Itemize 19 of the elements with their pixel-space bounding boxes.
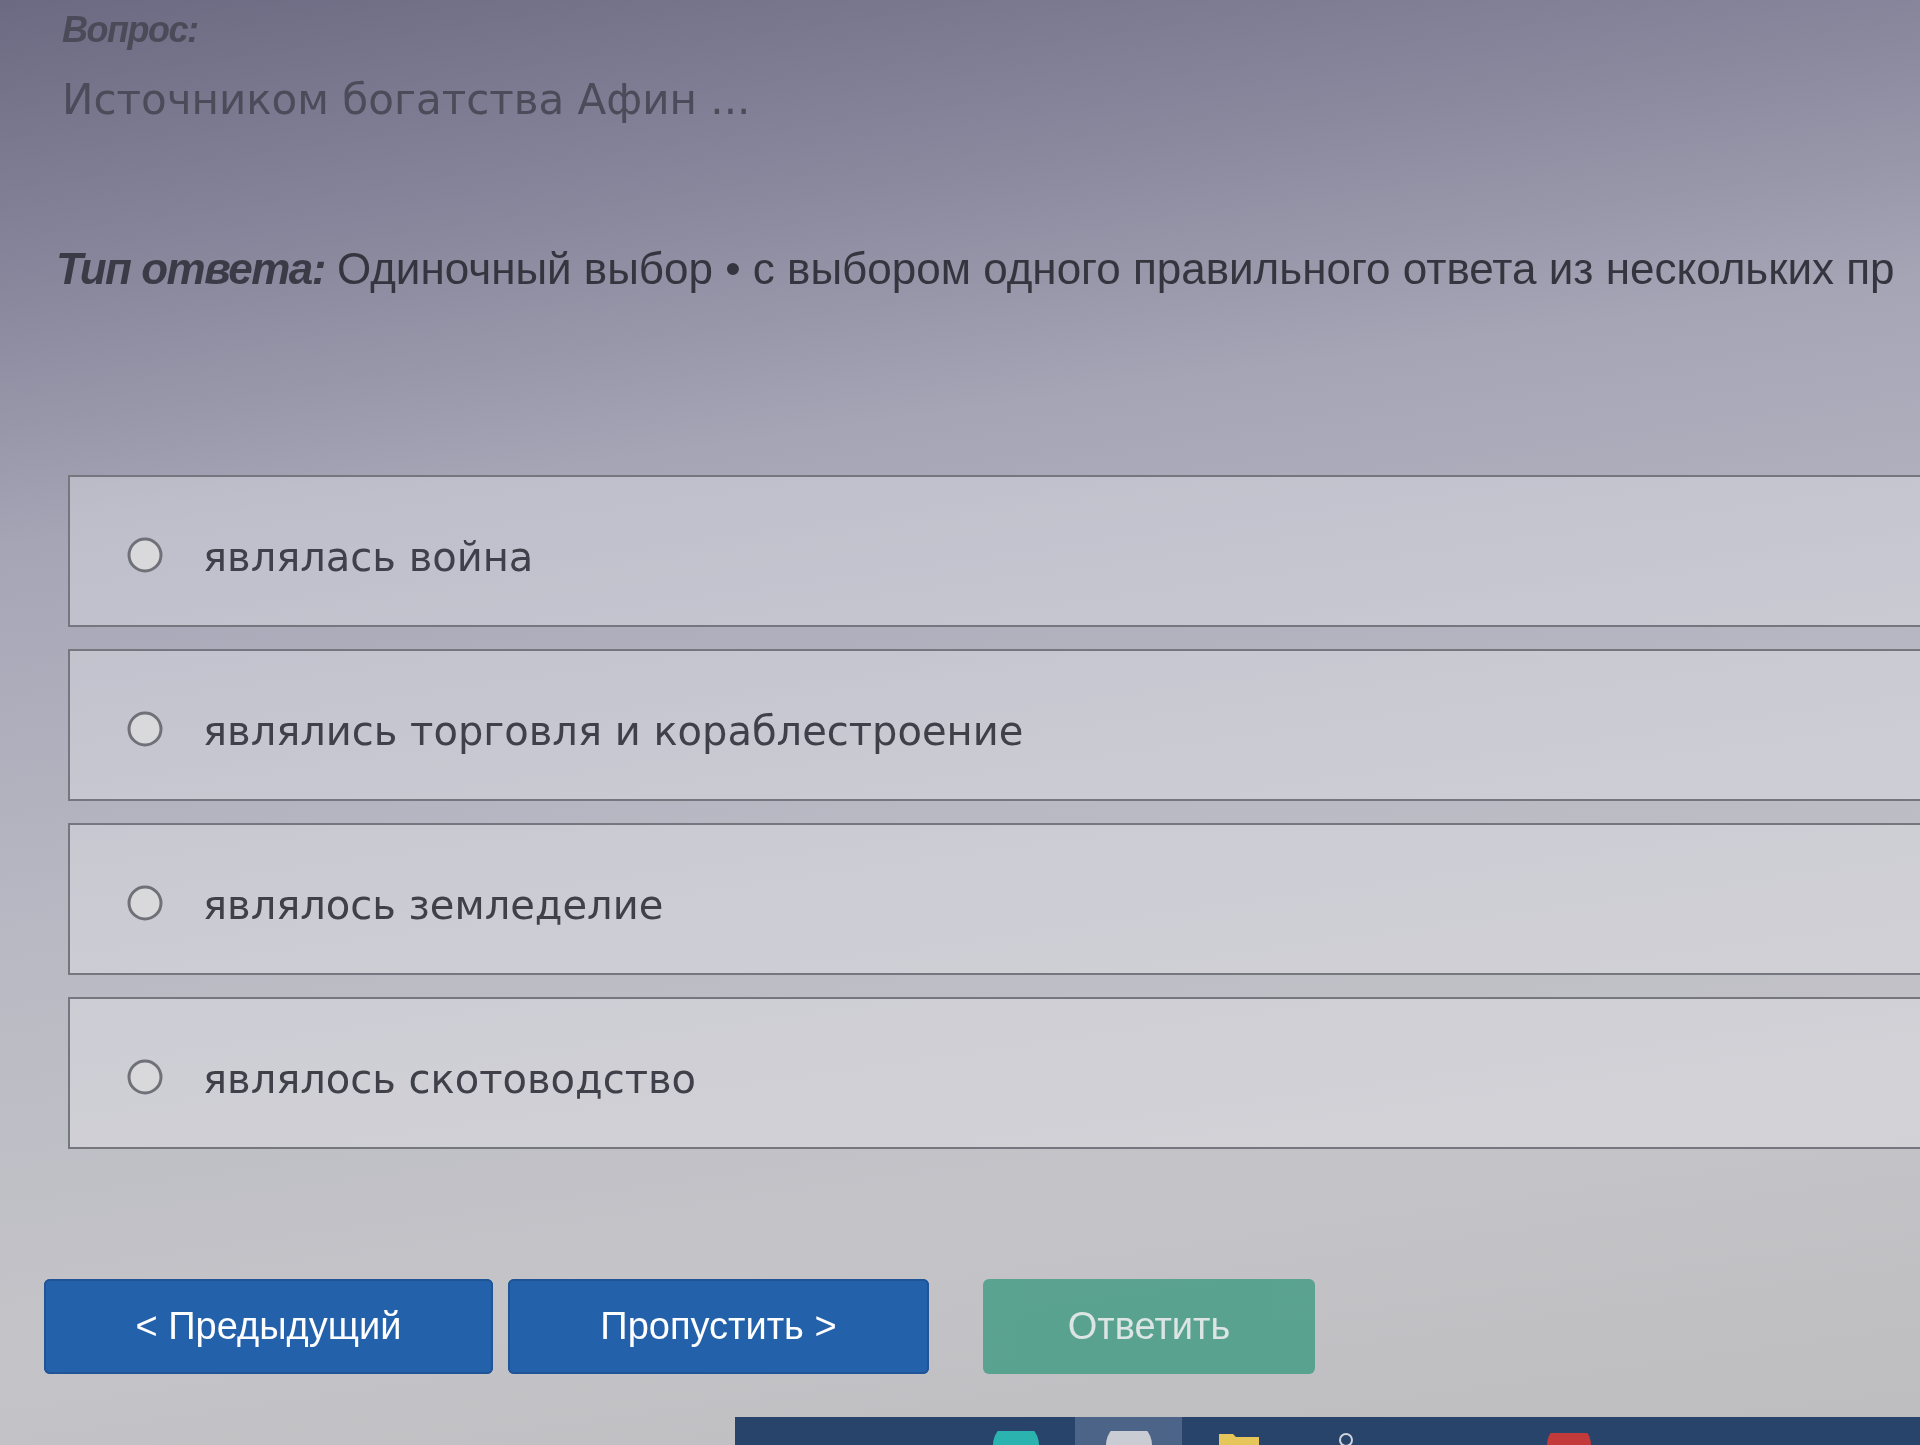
radio-button[interactable] — [127, 1059, 163, 1095]
option-text: являлось скотоводство — [203, 1056, 697, 1102]
option-text: являлись торговля и кораблестроение — [203, 708, 1024, 754]
answer-option[interactable]: являлись торговля и кораблестроение — [68, 649, 1920, 801]
ring-icon[interactable] — [1337, 1431, 1355, 1445]
radio-button[interactable] — [127, 537, 163, 573]
answer-option[interactable]: являлась война — [68, 475, 1920, 627]
answer-option[interactable]: являлось земледелие — [68, 823, 1920, 975]
answer-option[interactable]: являлось скотоводство — [68, 997, 1920, 1149]
answer-type-label: Тип ответа: — [56, 243, 325, 295]
option-text: являлась война — [203, 534, 534, 580]
nav-button[interactable]: < Предыдущий — [44, 1279, 493, 1374]
folder-icon[interactable] — [1219, 1433, 1259, 1445]
answer-type-text: Одиночный выбор • с выбором одного правильного ответа из нескольких пр — [336, 243, 1895, 295]
radio-button[interactable] — [127, 885, 163, 921]
taskbar-active-item[interactable] — [1075, 1417, 1182, 1445]
nav-button[interactable]: Пропустить > — [508, 1279, 929, 1374]
radio-button[interactable] — [127, 711, 163, 747]
option-text: являлось земледелие — [203, 882, 664, 928]
